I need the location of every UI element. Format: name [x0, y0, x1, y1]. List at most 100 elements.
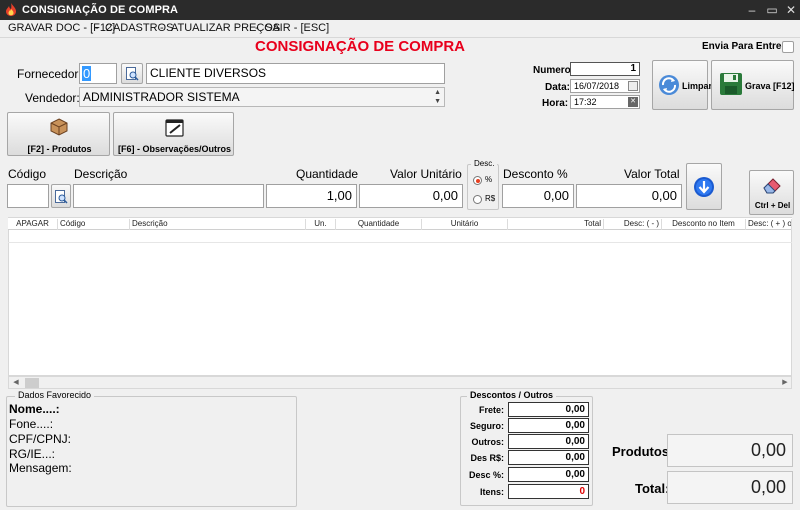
eraser-icon — [763, 178, 781, 194]
maximize-icon[interactable]: ▭ — [764, 2, 780, 18]
quantidade-input[interactable]: 1,00 — [266, 184, 357, 208]
data-value: 16/07/2018 — [574, 81, 620, 91]
clock-icon[interactable]: ✕ — [628, 97, 638, 107]
grid-col-desc-menos[interactable]: Desc: ( - ) — [604, 219, 662, 230]
grid-col-desc-mais[interactable]: Desc: ( + ) o — [746, 219, 792, 230]
seguro-field[interactable]: 0,00 — [508, 418, 589, 433]
grid-col-codigo[interactable]: Código — [58, 219, 130, 230]
limpar-button[interactable]: Limpar — [652, 60, 712, 110]
desc-pct-field[interactable]: 0,00 — [508, 467, 589, 482]
save-floppy-icon — [720, 73, 742, 95]
codigo-label: Código — [8, 167, 47, 181]
favorecido-legend: Dados Favorecido — [15, 390, 95, 400]
title-bar: CONSIGNAÇÃO DE COMPRA – ▭ ✕ — [0, 0, 800, 20]
favorecido-nome: Nome....: — [9, 402, 60, 416]
app-flame-icon — [6, 3, 16, 16]
notepad-pen-icon — [165, 119, 184, 137]
scroll-right-arrow-icon[interactable]: ▶ — [779, 378, 791, 388]
grid-col-unitario[interactable]: Unitário — [422, 219, 508, 230]
fornecedor-search-button[interactable] — [121, 63, 143, 84]
numero-field[interactable]: 1 — [570, 62, 640, 76]
grid-col-apagar[interactable]: APAGAR — [8, 219, 58, 230]
close-icon[interactable]: ✕ — [783, 2, 799, 18]
valor-unitario-input[interactable]: 0,00 — [359, 184, 463, 208]
desc-pct-label: Desc %: — [468, 470, 504, 480]
menu-separator: - — [95, 22, 99, 34]
desconto-input[interactable]: 0,00 — [502, 184, 574, 208]
total-field: 0,00 — [667, 471, 793, 504]
observacoes-button[interactable]: [F6] - Observações/Outros — [113, 112, 234, 156]
grava-button[interactable]: Grava [F12] — [711, 60, 795, 110]
quantidade-label: Quantidade — [296, 167, 359, 181]
radio-dot — [475, 178, 480, 183]
favorecido-fone: Fone....: — [9, 417, 54, 431]
codigo-search-button[interactable] — [51, 184, 71, 208]
items-grid-header: APAGAR Código Descrição Un. Quantidade U… — [8, 218, 792, 230]
descricao-label: Descrição — [74, 167, 128, 181]
hora-field[interactable]: 17:32 ✕ — [570, 95, 640, 109]
des-rs-label: Des R$: — [470, 453, 504, 463]
arrow-down-icon — [694, 177, 714, 197]
numero-label: Numero: — [533, 65, 575, 76]
menu-separator: - — [160, 22, 164, 34]
rs-radio[interactable] — [473, 195, 482, 204]
produtos-total-field: 0,00 — [667, 434, 793, 467]
des-rs-field[interactable]: 0,00 — [508, 450, 589, 465]
envia-entrega-label: Envia Para Entrega — [702, 41, 794, 52]
grid-col-quantidade[interactable]: Quantidade — [336, 219, 422, 230]
produtos-label: [F2] - Produtos — [27, 144, 92, 154]
page-title: CONSIGNAÇÃO DE COMPRA — [255, 38, 466, 55]
favorecido-rg: RG/IE...: — [9, 447, 56, 461]
descricao-input[interactable] — [73, 184, 264, 208]
produtos-total-label: Produtos: — [612, 444, 674, 459]
valor-total-input[interactable]: 0,00 — [576, 184, 682, 208]
valor-total-label: Valor Total — [624, 167, 680, 181]
menu-sair[interactable]: SAIR - [ESC] — [265, 22, 329, 34]
search-document-icon — [55, 190, 68, 204]
outros-field[interactable]: 0,00 — [508, 434, 589, 449]
fornecedor-name-field[interactable]: CLIENTE DIVERSOS — [146, 63, 445, 84]
hora-label: Hora: — [542, 98, 569, 109]
envia-entrega-checkbox[interactable] — [782, 41, 794, 53]
grava-label: Grava [F12] — [745, 81, 795, 91]
grid-col-desconto-item[interactable]: Desconto no Item — [662, 219, 746, 230]
grid-col-total[interactable]: Total — [508, 219, 604, 230]
pct-radio[interactable] — [473, 176, 482, 185]
grid-horizontal-scrollbar[interactable]: ◀ ▶ — [8, 376, 792, 389]
vendedor-value: ADMINISTRADOR SISTEMA — [83, 90, 240, 104]
grid-col-un[interactable]: Un. — [306, 219, 336, 230]
total-label: Total: — [635, 481, 670, 496]
vendedor-select[interactable]: ADMINISTRADOR SISTEMA ▲ ▼ — [79, 87, 445, 107]
scroll-thumb[interactable] — [25, 378, 39, 388]
menu-atualizar-precos[interactable]: ATUALIZAR PREÇOS — [171, 22, 280, 34]
minimize-icon[interactable]: – — [744, 2, 760, 18]
rs-label: R$ — [485, 194, 496, 203]
pct-label: % — [485, 175, 493, 184]
ctrl-del-button[interactable]: Ctrl + Del — [749, 170, 794, 215]
fornecedor-code-value: 0 — [82, 66, 92, 81]
desc-type-group: Desc. % R$ — [467, 159, 499, 210]
add-item-button[interactable] — [686, 163, 722, 210]
ctrl-del-label: Ctrl + Del — [754, 201, 791, 210]
desconto-label: Desconto % — [503, 167, 568, 181]
observacoes-label: [F6] - Observações/Outros — [117, 144, 232, 154]
fornecedor-label: Fornecedor: — [17, 67, 82, 81]
vendedor-label: Vendedor: — [25, 91, 80, 105]
fornecedor-code-input[interactable]: 0 — [79, 63, 117, 84]
codigo-input[interactable] — [7, 184, 49, 208]
box-icon — [50, 118, 68, 136]
grid-col-descricao[interactable]: Descrição — [130, 219, 306, 230]
frete-field[interactable]: 0,00 — [508, 402, 589, 417]
scroll-left-arrow-icon[interactable]: ◀ — [10, 378, 22, 388]
produtos-button[interactable]: [F2] - Produtos — [7, 112, 110, 156]
valor-unitario-label: Valor Unitário — [390, 167, 462, 181]
itens-field: 0 — [508, 484, 589, 499]
calendar-icon[interactable] — [628, 81, 638, 91]
search-document-icon — [126, 67, 139, 81]
menu-gravar-doc[interactable]: GRAVAR DOC - [F12] — [8, 22, 115, 34]
desc-group-label: Desc. — [471, 159, 498, 168]
favorecido-cpf: CPF/CPNJ: — [9, 432, 72, 446]
data-field[interactable]: 16/07/2018 — [570, 79, 640, 93]
outros-label: Outros: — [471, 437, 505, 447]
grid-empty-row — [8, 230, 792, 243]
